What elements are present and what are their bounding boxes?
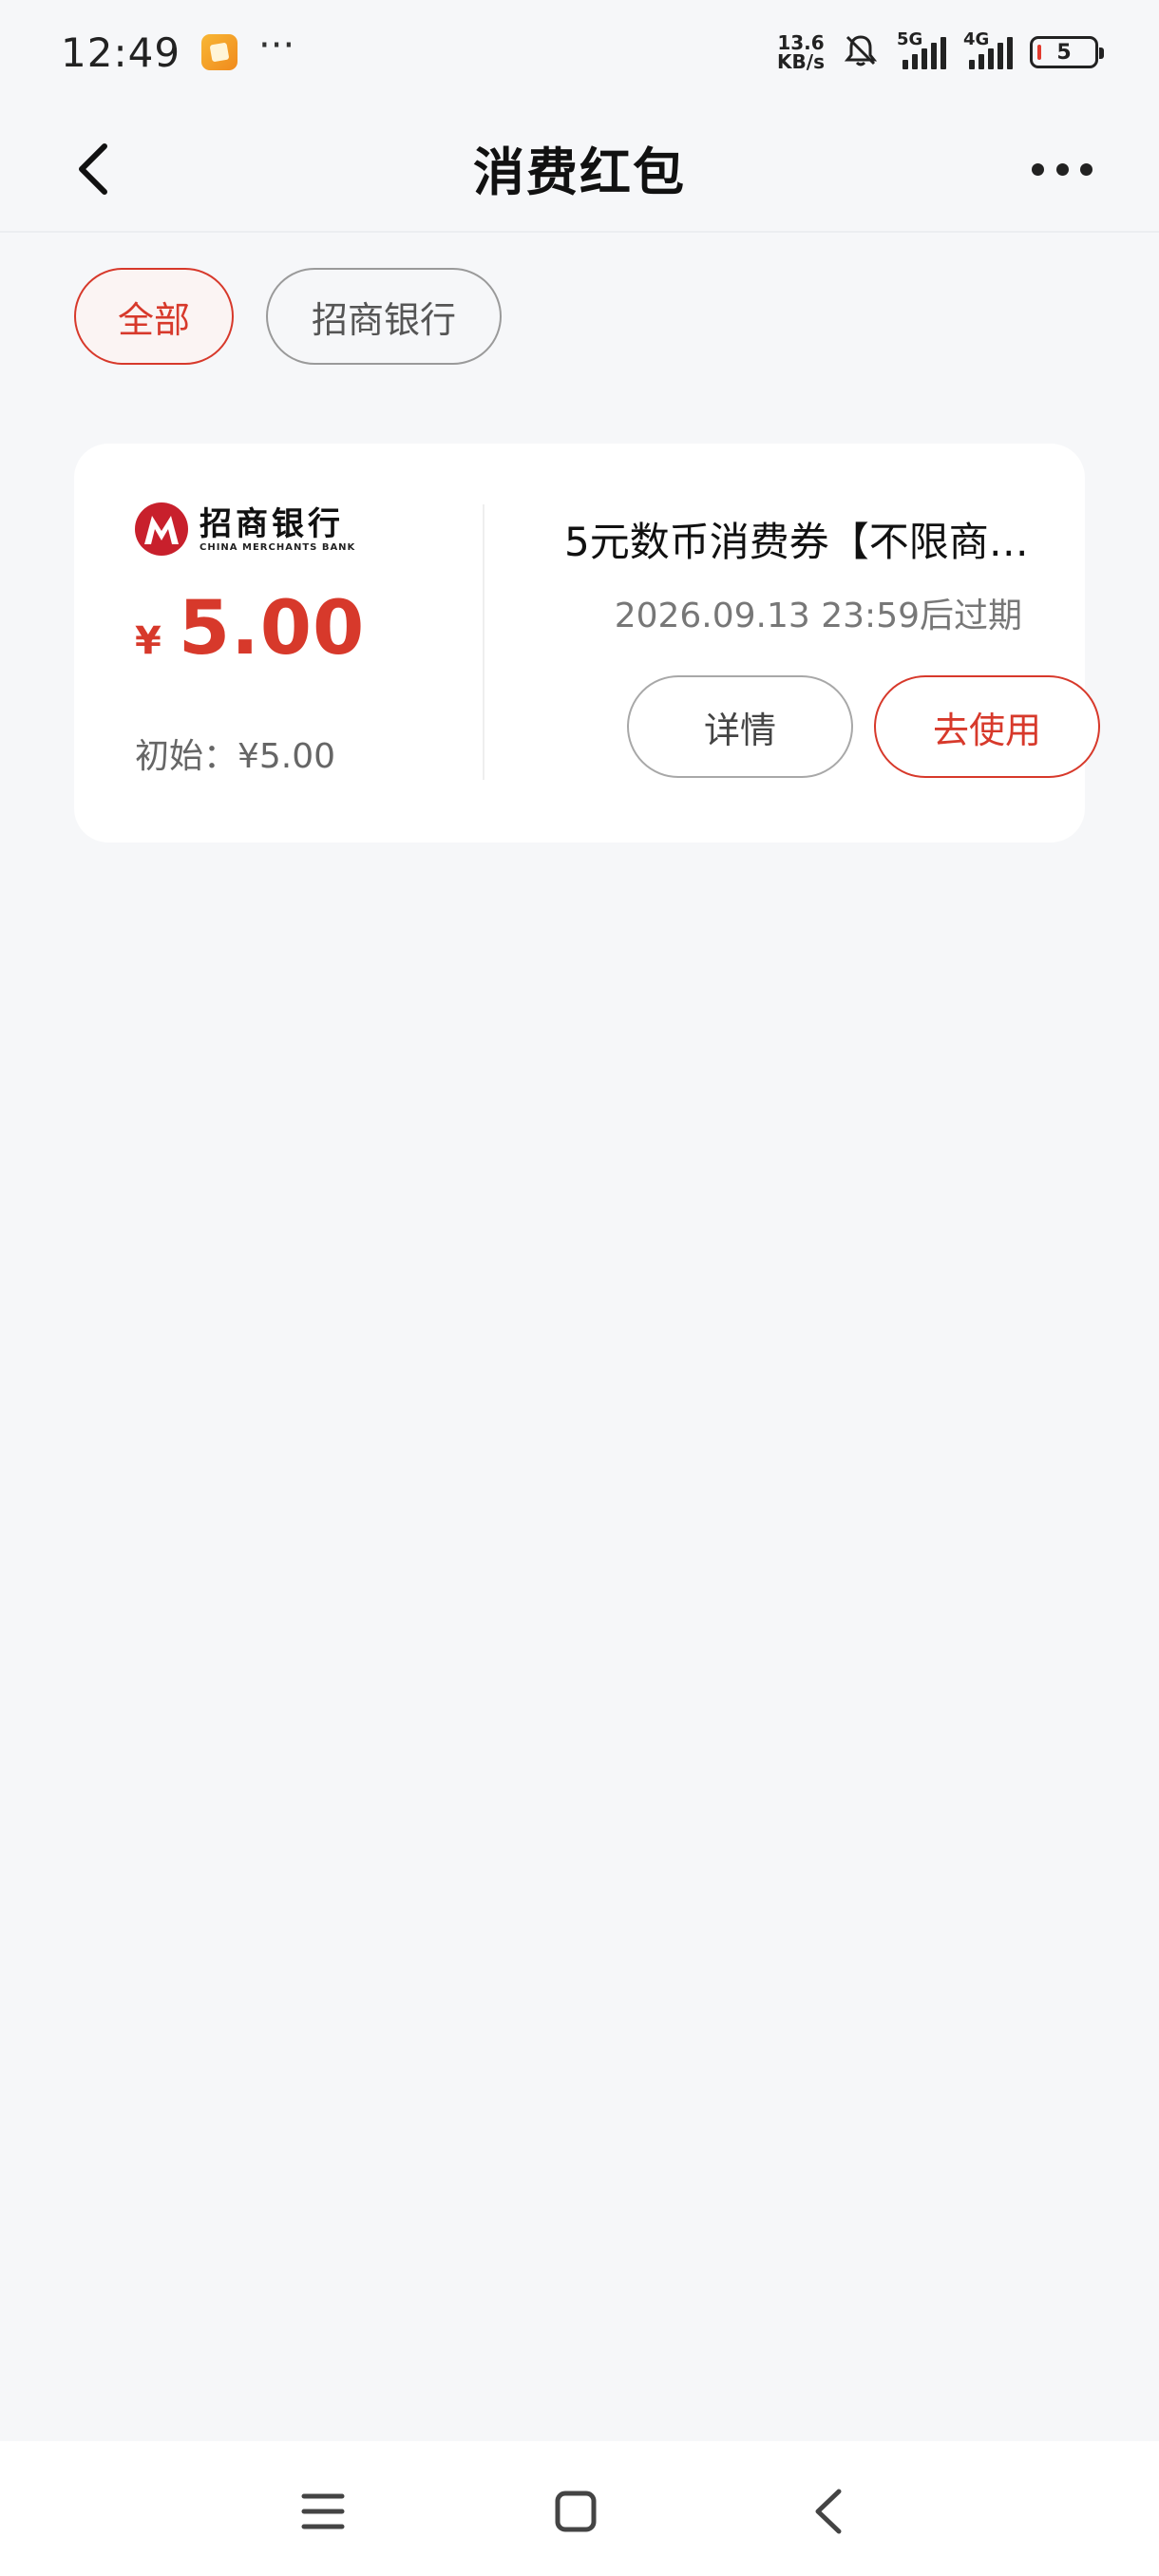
filter-chip-all[interactable]: 全部 — [74, 268, 235, 365]
coupon-card-right: 5元数币消费券【不限商户】 2026.09.13 23:59后过期 详情 去使用 — [530, 444, 1100, 843]
filter-chip-cmb[interactable]: 招商银行 — [266, 268, 503, 365]
coupon-title: 5元数币消费券【不限商户】 — [564, 519, 1039, 565]
coupon-card-left: 招商银行 CHINA MERCHANTS BANK ¥ 5.00 初始：¥5.0… — [74, 444, 483, 843]
menu-button[interactable] — [294, 2483, 352, 2540]
network-speed-value: 13.6 — [777, 31, 825, 54]
bank-logo-text: 招商银行 CHINA MERCHANTS BANK — [200, 506, 355, 553]
bank-name-en: CHINA MERCHANTS BANK — [200, 541, 356, 553]
signal-4g-label: 4G — [963, 29, 990, 49]
status-time: 12:49 — [61, 28, 181, 76]
back-triangle-icon — [815, 2489, 842, 2534]
network-speed: 13.6 KB/s — [777, 33, 825, 71]
bank-name: 招商银行 — [200, 504, 344, 543]
bank-logo: 招商银行 CHINA MERCHANTS BANK — [135, 502, 355, 556]
system-back-button[interactable] — [800, 2483, 857, 2540]
more-dots-icon — [1032, 162, 1044, 176]
status-more-icon: ··· — [258, 24, 295, 67]
nav-bar: 消费红包 — [0, 104, 1159, 233]
home-square-icon — [555, 2491, 597, 2532]
card-divider — [483, 504, 484, 780]
mute-bell-icon — [842, 31, 880, 73]
coupon-card[interactable]: 招商银行 CHINA MERCHANTS BANK ¥ 5.00 初始：¥5.0… — [74, 444, 1100, 843]
signal-5g-label: 5G — [897, 29, 923, 49]
home-button[interactable] — [547, 2483, 604, 2540]
battery-level: 5 — [1056, 40, 1072, 65]
signal-5g-icon: 5G — [897, 29, 946, 69]
app-notification-icon — [201, 34, 238, 70]
detail-button[interactable]: 详情 — [627, 675, 853, 778]
status-bar: 12:49 ··· 13.6 KB/s 5G 4G 5 — [0, 0, 1159, 104]
status-right: 13.6 KB/s 5G 4G 5 — [777, 29, 1104, 73]
menu-icon — [301, 2493, 345, 2529]
page-title: 消费红包 — [473, 142, 686, 202]
use-button[interactable]: 去使用 — [874, 675, 1100, 778]
initial-amount: 初始：¥5.00 — [135, 737, 336, 776]
status-left: 12:49 ··· — [61, 24, 294, 76]
battery-icon: 5 — [1030, 36, 1104, 68]
currency-symbol: ¥ — [135, 619, 162, 663]
coupon-expire: 2026.09.13 23:59后过期 — [614, 597, 1022, 635]
system-nav-bar — [0, 2441, 1159, 2576]
cmb-logo-icon — [135, 502, 188, 556]
chevron-left-icon — [79, 143, 107, 195]
coupon-amount: ¥ 5.00 — [135, 586, 365, 672]
amount-value: 5.00 — [178, 586, 366, 672]
signal-4g-icon: 4G — [963, 29, 1013, 69]
filter-chips: 全部 招商银行 — [74, 268, 503, 365]
more-button[interactable] — [1032, 152, 1092, 186]
network-speed-unit: KB/s — [777, 50, 825, 73]
back-button[interactable] — [66, 141, 120, 198]
